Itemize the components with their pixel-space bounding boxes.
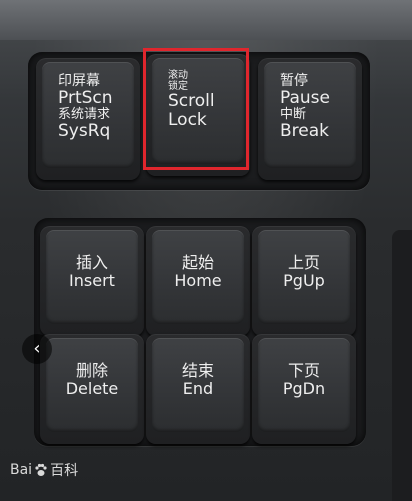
keyboard-photo: 印屏幕 PrtScn 系统请求 SysRq 滚动 锁定 Scroll Lock … <box>0 0 412 501</box>
key-break-en: Break <box>280 121 329 142</box>
key-prtscn-label: 印屏幕 PrtScn 系统请求 SysRq <box>58 73 140 142</box>
baidu-paw-icon <box>35 463 47 476</box>
key-end-en: End <box>182 378 214 398</box>
key-delete: 删除 Delete <box>40 334 144 444</box>
key-pause-label: 暂停 Pause 中断 Break <box>280 73 362 142</box>
key-delete-cn: 删除 <box>75 361 108 380</box>
key-delete-label: 删除 Delete <box>40 362 144 397</box>
key-home-cn: 起始 <box>181 253 214 272</box>
key-sysrq-en: SysRq <box>58 121 111 142</box>
key-pgup-cn: 上页 <box>287 253 320 272</box>
baidu-baike-watermark: Bai 百科 <box>10 460 78 480</box>
key-end-cn: 结束 <box>181 361 214 380</box>
key-pgdn-cn: 下页 <box>287 361 320 380</box>
key-pause: 暂停 Pause 中断 Break <box>258 58 362 180</box>
key-pgdn-en: PgDn <box>282 378 326 398</box>
key-home: 起始 Home <box>146 226 250 336</box>
key-home-label: 起始 Home <box>146 254 250 289</box>
watermark-brand-right: 百科 <box>50 463 79 479</box>
key-sysrq-cn: 系统请求 <box>58 107 111 123</box>
key-pgup-label: 上页 PgUp <box>252 254 356 289</box>
adjacent-key-edge <box>392 230 412 501</box>
keyboard-top-edge <box>0 0 412 40</box>
key-prtscn-cn: 印屏幕 <box>58 73 100 89</box>
key-pause-en: Pause <box>280 88 330 109</box>
key-prtscn-en: PrtScn <box>58 88 113 109</box>
key-insert-label: 插入 Insert <box>40 254 144 289</box>
key-prtscn: 印屏幕 PrtScn 系统请求 SysRq <box>36 58 140 180</box>
key-break-cn: 中断 <box>280 107 307 123</box>
watermark-brand-left: Bai <box>10 462 33 478</box>
key-pause-cn: 暂停 <box>280 73 308 89</box>
key-insert-en: Insert <box>69 270 115 290</box>
key-pgup: 上页 PgUp <box>252 226 356 336</box>
key-pgdn-label: 下页 PgDn <box>252 362 356 397</box>
chevron-left-icon: ‹ <box>33 338 41 359</box>
key-end: 结束 End <box>146 334 250 444</box>
key-delete-en: Delete <box>65 378 119 398</box>
key-insert-cn: 插入 <box>75 253 108 272</box>
scroll-lock-highlight-box <box>143 48 249 170</box>
previous-image-button[interactable]: ‹ <box>22 334 52 364</box>
key-end-label: 结束 End <box>146 362 250 397</box>
key-insert: 插入 Insert <box>40 226 144 336</box>
key-home-en: Home <box>174 270 222 290</box>
key-pgdn: 下页 PgDn <box>252 334 356 444</box>
key-pgup-en: PgUp <box>283 270 325 290</box>
